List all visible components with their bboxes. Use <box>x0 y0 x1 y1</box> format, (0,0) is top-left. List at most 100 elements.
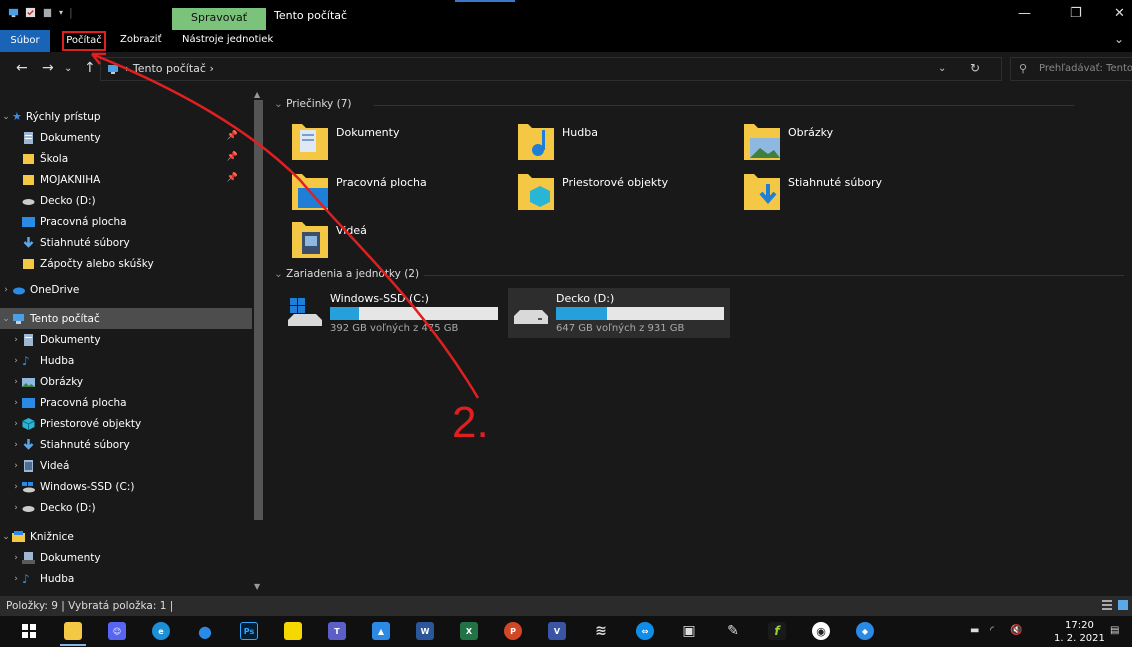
sidebar-item-downloads-quick[interactable]: Stiahnuté súbory <box>0 232 252 253</box>
folder-pictures[interactable]: Obrázky <box>744 120 964 166</box>
expand-chevron-icon[interactable]: › <box>10 461 22 471</box>
clock[interactable]: 17:20 1. 2. 2021 <box>1054 619 1105 645</box>
tab-drive-tools[interactable]: Nástroje jednotiek <box>182 34 273 45</box>
windows-start-icon[interactable] <box>20 622 38 640</box>
pin-icon[interactable]: 📌 <box>227 131 238 141</box>
sidebar-item-lib-documents[interactable]: › Dokumenty <box>0 547 252 568</box>
pin-icon[interactable]: 📌 <box>227 173 238 183</box>
sidebar-item-quick-access[interactable]: ⌄ ★ Rýchly prístup <box>0 106 252 127</box>
collapse-chevron-icon[interactable]: ⌄ <box>274 268 283 280</box>
breadcrumb[interactable]: › Tento počítač › <box>125 62 214 75</box>
sidebar-scrollbar-thumb[interactable] <box>254 100 263 520</box>
customize-toolbar-chevron-icon[interactable]: ▾ <box>59 8 63 17</box>
extra-app-icon[interactable]: ◆ <box>856 622 874 640</box>
large-icons-view-icon[interactable] <box>1118 600 1128 610</box>
sidebar-item-pictures[interactable]: › Obrázky <box>0 371 252 392</box>
expand-chevron-icon[interactable]: › <box>10 356 22 366</box>
sidebar-item-this-pc[interactable]: ⌄ Tento počítač <box>0 308 252 329</box>
expand-chevron-icon[interactable]: › <box>10 377 22 387</box>
sidebar-item-music[interactable]: › ♪ Hudba <box>0 350 252 371</box>
drop-icon[interactable]: ● <box>196 622 214 641</box>
sidebar-item-documents[interactable]: › Dokumenty <box>0 329 252 350</box>
folder-desktop[interactable]: Pracovná plocha <box>292 170 512 216</box>
folder-music[interactable]: Hudba <box>518 120 738 166</box>
discord-icon[interactable]: ☺ <box>108 622 126 640</box>
breadcrumb-this-pc[interactable]: Tento počítač <box>133 62 206 75</box>
pc-icon[interactable] <box>8 7 19 18</box>
back-arrow-icon[interactable]: ← <box>16 60 28 76</box>
collapse-chevron-icon[interactable]: ⌄ <box>274 98 283 110</box>
tab-file[interactable]: Súbor <box>0 30 50 52</box>
expand-chevron-icon[interactable]: › <box>10 482 22 492</box>
pin-icon[interactable]: 📌 <box>227 152 238 162</box>
sidebar-item-libraries[interactable]: ⌄ Knižnice <box>0 526 252 547</box>
expand-chevron-icon[interactable]: › <box>10 553 22 563</box>
sidebar-item-onedrive[interactable]: › OneDrive <box>0 279 252 300</box>
sidebar-item-3d-objects[interactable]: › Priestorové objekty <box>0 413 252 434</box>
folders-group-header[interactable]: ⌄ Priečinky (7) <box>274 98 1074 110</box>
sidebar-item-videos[interactable]: › Videá <box>0 455 252 476</box>
battery-icon[interactable]: ▬ <box>970 625 979 636</box>
sidebar-item-zapocty[interactable]: Zápočty alebo skúšky <box>0 253 252 274</box>
visio-icon[interactable]: V <box>548 622 566 640</box>
media-player-icon[interactable]: ◉ <box>812 622 830 640</box>
forward-arrow-icon[interactable]: → <box>42 60 54 76</box>
photoshop-icon[interactable]: Ps <box>240 622 258 640</box>
store-icon[interactable]: ▣ <box>680 622 698 640</box>
expand-chevron-icon[interactable]: › <box>10 335 22 345</box>
scroll-up-arrow-icon[interactable]: ▲ <box>254 90 260 99</box>
folder-documents[interactable]: Dokumenty <box>292 120 512 166</box>
teamviewer-icon[interactable]: ⇔ <box>636 622 654 640</box>
layers-icon[interactable]: ≋ <box>592 622 610 640</box>
sidebar-item-skola[interactable]: Škola 📌 <box>0 148 252 169</box>
restore-button[interactable]: ❐ <box>1070 6 1082 21</box>
sidebar-item-decko[interactable]: › Decko (D:) <box>0 497 252 518</box>
address-dropdown-chevron-icon[interactable]: ⌄ <box>938 63 946 74</box>
paint-icon[interactable]: ✎ <box>724 622 742 640</box>
expand-chevron-icon[interactable]: › <box>10 503 22 513</box>
address-bar[interactable]: › Tento počítač › <box>100 57 1002 81</box>
powerpoint-icon[interactable]: P <box>504 622 522 640</box>
expand-chevron-icon[interactable]: › <box>10 419 22 429</box>
expand-chevron-icon[interactable]: › <box>10 440 22 450</box>
function-app-icon[interactable]: f <box>768 622 786 640</box>
sidebar-item-desktop-quick[interactable]: Pracovná plocha <box>0 211 252 232</box>
sidebar-item-downloads[interactable]: › Stiahnuté súbory <box>0 434 252 455</box>
volume-muted-icon[interactable]: 🔇 <box>1010 625 1022 636</box>
sidebar-item-desktop[interactable]: › Pracovná plocha <box>0 392 252 413</box>
folder-3d-objects[interactable]: Priestorové objekty <box>518 170 738 216</box>
expand-chevron-icon[interactable]: › <box>10 574 22 584</box>
file-explorer-icon[interactable] <box>64 622 82 640</box>
sidebar-item-mojakniha[interactable]: MOJAKNIHA 📌 <box>0 169 252 190</box>
minimize-button[interactable]: — <box>1018 6 1031 21</box>
sidebar-item-decko-quick[interactable]: Decko (D:) <box>0 190 252 211</box>
folder-downloads[interactable]: Stiahnuté súbory <box>744 170 964 216</box>
refresh-icon[interactable]: ↻ <box>970 61 980 75</box>
sidebar-item-lib-music[interactable]: › ♪ Hudba <box>0 568 252 589</box>
new-folder-icon[interactable] <box>42 7 53 18</box>
up-arrow-icon[interactable]: ↑ <box>84 60 96 76</box>
drive-decko[interactable]: Decko (D:) 647 GB voľných z 931 GB <box>508 288 730 338</box>
word-icon[interactable]: W <box>416 622 434 640</box>
expand-chevron-icon[interactable]: › <box>0 285 12 295</box>
excel-icon[interactable]: X <box>460 622 478 640</box>
expand-chevron-icon[interactable]: ⌄ <box>0 112 12 122</box>
expand-chevron-icon[interactable]: › <box>10 398 22 408</box>
photos-icon[interactable]: ▲ <box>372 622 390 640</box>
scroll-down-arrow-icon[interactable]: ▼ <box>254 582 260 591</box>
notifications-icon[interactable]: ▤ <box>1110 625 1119 636</box>
drives-group-header[interactable]: ⌄ Zariadenia a jednotky (2) <box>274 268 1124 280</box>
folder-videos[interactable]: Videá <box>292 218 512 264</box>
drive-windows-ssd[interactable]: Windows-SSD (C:) 392 GB voľných z 475 GB <box>282 288 504 338</box>
sidebar-item-windows-ssd[interactable]: › Windows-SSD (C:) <box>0 476 252 497</box>
details-view-icon[interactable] <box>1102 600 1112 610</box>
teams-icon[interactable]: T <box>328 622 346 640</box>
expand-ribbon-chevron-icon[interactable]: ⌄ <box>1114 32 1124 46</box>
close-button[interactable]: ✕ <box>1114 6 1125 21</box>
search-input[interactable]: Prehľadávať: Tento... <box>1039 63 1132 74</box>
tab-view[interactable]: Zobraziť <box>120 34 162 45</box>
tab-computer[interactable]: Počítač <box>62 31 106 51</box>
recent-locations-chevron-icon[interactable]: ⌄ <box>64 63 72 74</box>
wifi-icon[interactable]: ◜ <box>990 625 994 636</box>
expand-chevron-icon[interactable]: ⌄ <box>0 314 12 324</box>
